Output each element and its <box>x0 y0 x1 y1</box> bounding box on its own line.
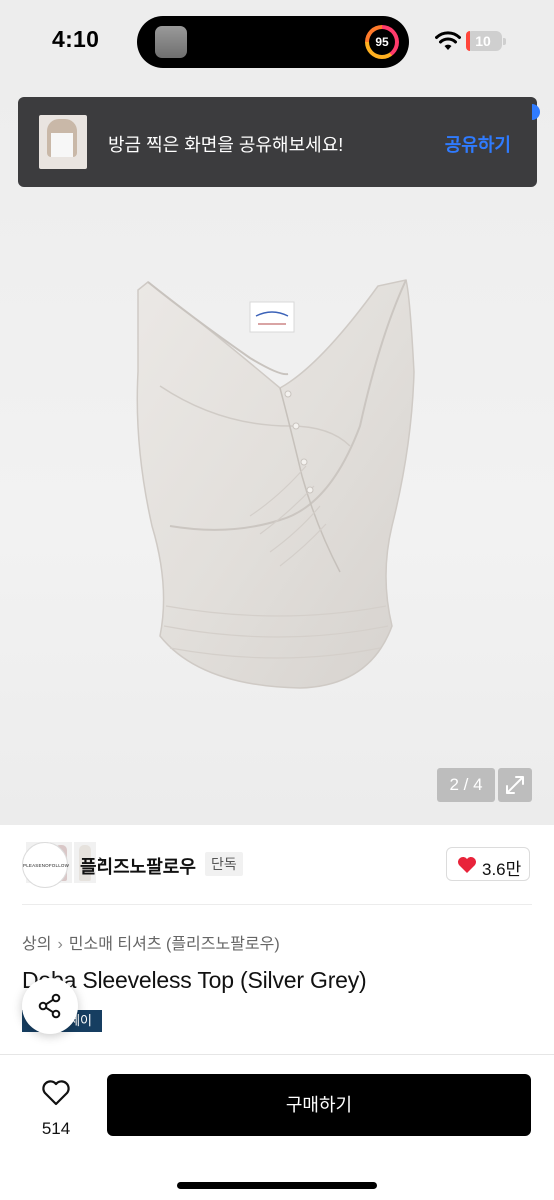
product-image-gallery[interactable]: › <box>0 84 554 886</box>
island-media-thumbnail <box>155 26 187 58</box>
buy-button[interactable]: 구매하기 <box>107 1074 531 1136</box>
section-divider <box>22 904 532 905</box>
brand-like-button[interactable]: 3.6만 <box>446 847 530 881</box>
dynamic-island[interactable]: 95 <box>137 16 409 68</box>
brand-name[interactable]: 플리즈노팔로우 <box>80 853 196 879</box>
expand-arrows-icon <box>506 776 524 794</box>
status-time: 4:10 <box>52 26 100 52</box>
heart-filled-icon <box>458 857 476 873</box>
exclusive-badge: 단독 <box>205 852 243 876</box>
wishlist-count: 514 <box>41 1119 71 1138</box>
banner-screenshot-thumbnail <box>39 115 87 169</box>
heart-outline-icon <box>42 1080 70 1106</box>
share-screenshot-banner[interactable]: 방금 찍은 화면을 공유해보세요! 공유하기 <box>18 97 537 187</box>
battery-icon: 10 <box>466 31 502 51</box>
banner-message: 방금 찍은 화면을 공유해보세요! <box>108 135 344 155</box>
chevron-right-icon: › <box>57 936 63 953</box>
category-breadcrumb[interactable]: 상의 › 민소매 티셔츠 (플리즈노팔로우) <box>22 930 280 954</box>
activity-ring-value: 95 <box>369 29 395 55</box>
activity-ring-icon: 95 <box>365 25 399 59</box>
breadcrumb-category[interactable]: 상의 <box>22 936 51 953</box>
wishlist-button[interactable]: 514 <box>28 1075 84 1145</box>
banner-share-button[interactable]: 공유하기 <box>445 131 511 157</box>
bottom-purchase-bar: 514 구매하기 <box>0 1054 554 1200</box>
status-bar: 4:10 95 10 <box>0 0 554 84</box>
product-image <box>136 279 415 689</box>
home-indicator[interactable] <box>177 1182 377 1189</box>
brand-like-count: 3.6만 <box>482 860 522 879</box>
share-icon <box>38 993 61 1019</box>
battery-cap <box>503 38 506 45</box>
battery-percent: 10 <box>475 33 491 49</box>
image-page-counter: 2 / 4 <box>437 768 495 802</box>
breadcrumb-subcategory[interactable]: 민소매 티셔츠 (플리즈노팔로우) <box>69 936 280 953</box>
wifi-icon <box>435 31 461 50</box>
product-title: Doba Sleeveless Top (Silver Grey) <box>22 967 367 993</box>
brand-logo[interactable]: PLEASENOFOLLOW <box>22 842 69 888</box>
expand-image-button[interactable] <box>498 768 532 802</box>
share-button[interactable] <box>22 978 78 1034</box>
